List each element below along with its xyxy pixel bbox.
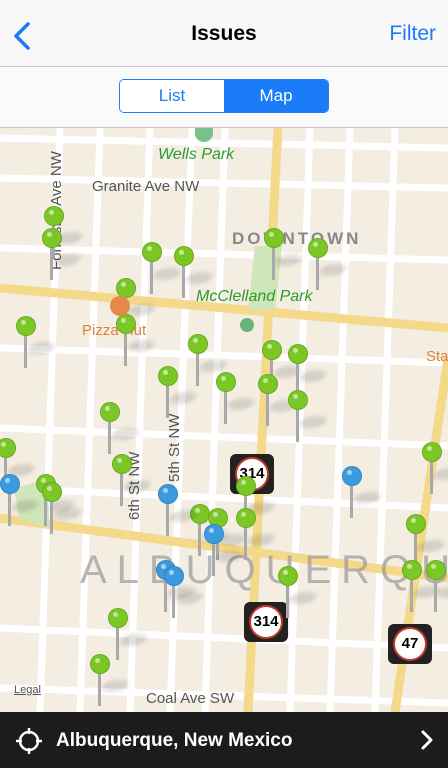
issue-pin-green[interactable] (116, 314, 158, 368)
page-title: Issues (191, 22, 257, 45)
issue-pin-green[interactable] (142, 242, 184, 296)
issue-pin-green[interactable] (42, 228, 84, 282)
issue-pin-green[interactable] (112, 454, 154, 508)
poi-label-partial: Sta (426, 348, 448, 365)
issue-pin-green[interactable] (258, 374, 300, 428)
issue-pin-green[interactable] (216, 372, 258, 426)
map-segment[interactable]: Map (224, 80, 328, 112)
filter-button[interactable]: Filter (389, 22, 436, 46)
poi-label-pizza-hut: Pizza Hut (82, 322, 147, 339)
nav-bar: Issues Filter (0, 0, 448, 67)
issue-pin-green[interactable] (42, 482, 84, 536)
issue-pin-green[interactable] (158, 366, 200, 420)
issue-pin-blue[interactable] (204, 524, 246, 578)
issue-pin-green[interactable] (288, 390, 330, 444)
pizza-icon (110, 296, 130, 316)
issue-pin-green[interactable] (174, 246, 216, 300)
segmented-control: List Map (119, 79, 329, 113)
issue-pin-green[interactable] (188, 334, 230, 388)
street-label-coal: Coal Ave SW (146, 690, 235, 707)
issue-pin-green[interactable] (108, 608, 150, 662)
park-label-mcclelland: McClelland Park (196, 288, 313, 305)
issue-pin-green[interactable] (278, 566, 320, 620)
location-crosshair-icon[interactable] (16, 728, 42, 754)
issue-pin-green[interactable] (402, 560, 444, 614)
chevron-right-icon[interactable] (420, 730, 434, 750)
park-icon (240, 318, 254, 332)
city-label: ALBUQUERQUE (80, 548, 448, 592)
issue-pin-green[interactable] (264, 228, 306, 282)
issue-pin-blue[interactable] (342, 466, 384, 520)
issue-pin-blue[interactable] (0, 474, 42, 528)
map-view[interactable]: Wells Park Granite Ave NW DOWNTOWN McCle… (0, 128, 448, 712)
street-label-5th: 5th St NW (166, 413, 183, 482)
issue-pin-green[interactable] (90, 654, 132, 708)
location-label: Albuquerque, New Mexico (56, 730, 293, 751)
issue-pin-blue[interactable] (164, 566, 206, 620)
list-segment[interactable]: List (120, 80, 224, 112)
issue-pin-green[interactable] (100, 402, 142, 456)
route-shield: 47 (388, 624, 432, 664)
park-label-wells: Wells Park (158, 146, 235, 163)
location-bar[interactable]: Albuquerque, New Mexico (0, 712, 448, 768)
issue-pin-blue[interactable] (158, 484, 200, 538)
issue-pin-green[interactable] (308, 238, 350, 292)
district-label: DOWNTOWN (232, 229, 362, 248)
legal-link[interactable]: Legal (14, 684, 41, 696)
issue-pin-green[interactable] (16, 316, 58, 370)
view-toggle-bar: List Map (0, 67, 448, 128)
street-label-granite: Granite Ave NW (92, 178, 200, 195)
issue-pin-green[interactable] (426, 560, 448, 614)
issue-pin-green[interactable] (422, 442, 448, 496)
